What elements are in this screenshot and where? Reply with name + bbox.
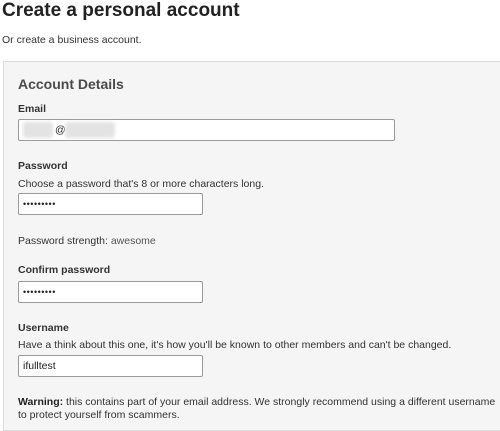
confirm-password-field[interactable]: ••••••••• [18,281,203,303]
email-label: Email [18,103,47,115]
username-label: Username [18,322,69,334]
username-help-text: Have a think about this one, it's how yo… [18,339,452,351]
username-warning: Warning: this contains part of your emai… [18,396,498,422]
email-redaction [65,122,115,138]
confirm-password-label: Confirm password [18,264,111,276]
email-field[interactable]: @ [18,119,395,141]
page-title: Create a personal account [2,0,240,21]
password-strength-label: Password strength: [18,235,108,247]
warning-prefix: Warning: [18,396,64,408]
warning-text: this contains part of your email address… [18,396,496,421]
email-redaction [23,122,53,138]
section-heading: Account Details [18,76,124,92]
password-field[interactable]: ••••••••• [18,193,203,215]
business-account-link[interactable]: Or create a business account. [2,34,142,46]
password-strength: Password strength: awesome [18,235,156,247]
password-strength-value: awesome [110,235,156,247]
password-help-text: Choose a password that's 8 or more chara… [18,178,264,190]
username-field[interactable]: ifulltest [18,355,203,377]
password-label: Password [18,160,68,172]
